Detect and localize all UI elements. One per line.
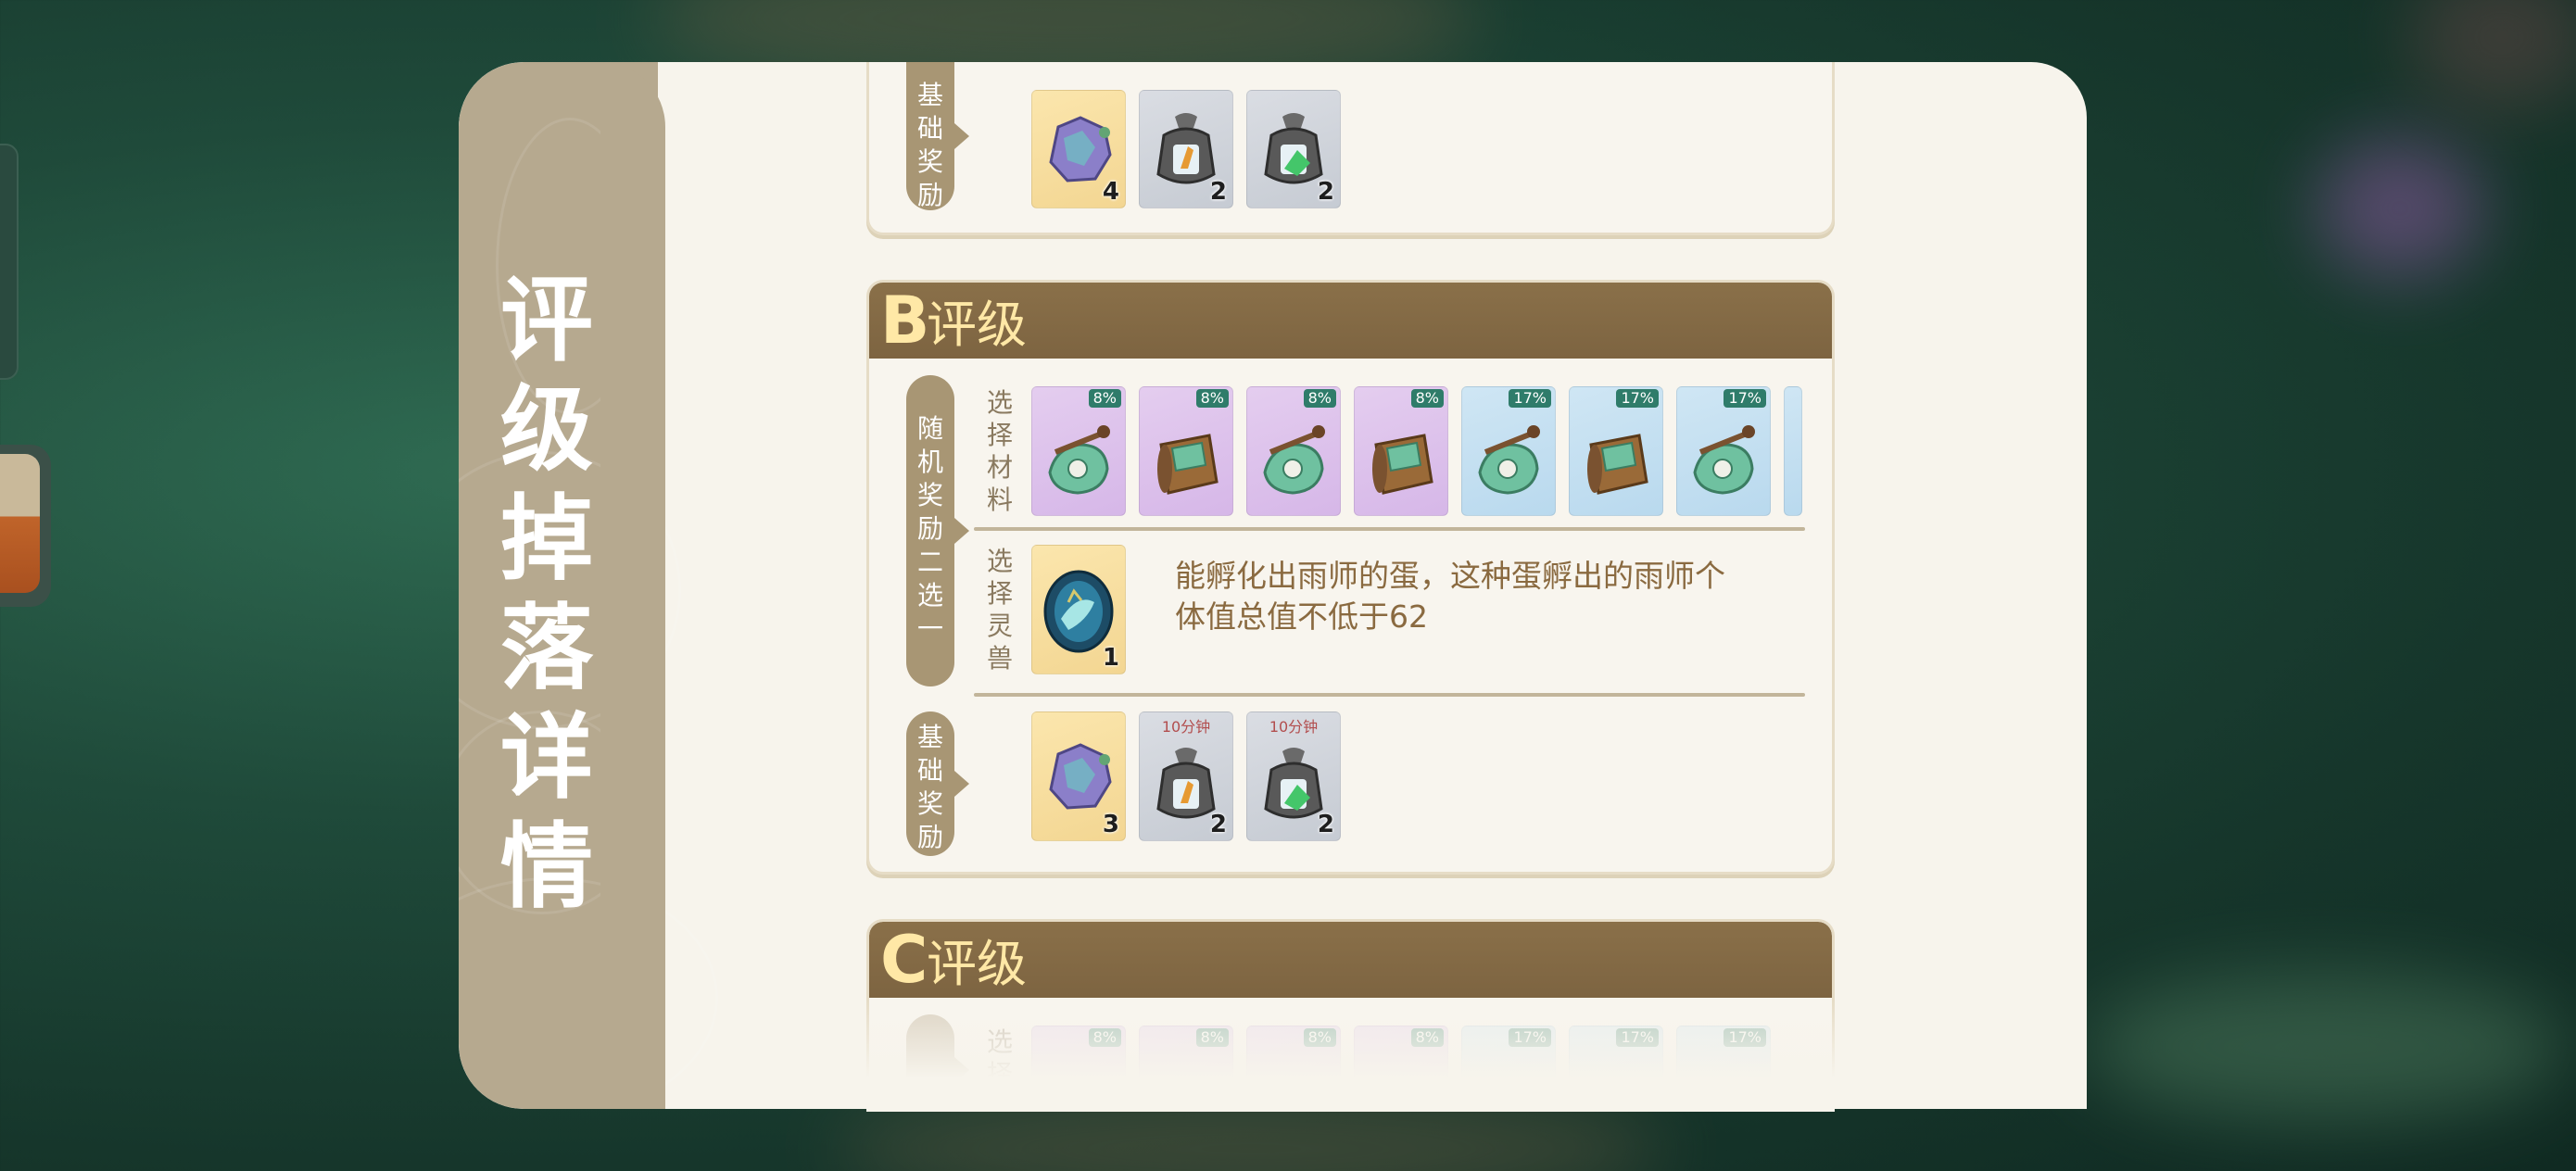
random-reward-label: 随 机 奖 励 二 选 一 <box>906 375 969 686</box>
background-blob <box>2409 0 2576 111</box>
grade-b-header: B 评级 <box>869 283 1832 359</box>
material-option-item[interactable]: 8% <box>1139 386 1233 516</box>
drop-rate-badge: 17% <box>1724 389 1766 408</box>
material-option-item[interactable]: 8% <box>1031 386 1126 516</box>
base-reward-label: 基 础 奖 励 <box>906 62 969 210</box>
timer-label: 10分钟 <box>1269 718 1319 736</box>
timer-label: 10分钟 <box>1161 718 1211 736</box>
drop-rate-badge: 17% <box>1616 389 1659 408</box>
drop-rate-badge: 8% <box>1410 389 1444 408</box>
material-option-item[interactable]: 17% <box>1569 386 1663 516</box>
wooden-bracer-icon <box>1587 434 1648 495</box>
panel-title: 评 级 掉 落 详 情 <box>500 266 593 921</box>
purple-spirit-fragment-icon <box>1049 743 1112 810</box>
green-jade-pendant-icon <box>1693 425 1755 495</box>
drop-rate-badge: 17% <box>1509 389 1551 408</box>
reward-item[interactable]: 10分钟 2 <box>1139 711 1233 841</box>
rain-master-egg-icon <box>1043 570 1114 653</box>
green-jade-pendant-icon <box>1263 425 1325 495</box>
material-option-item[interactable]: 17% <box>1676 386 1771 516</box>
select-material-label: 选 择 材 料 <box>986 387 1013 515</box>
reward-item[interactable]: 2 <box>1246 90 1341 208</box>
divider <box>974 527 1805 531</box>
character-avatar-button[interactable] <box>0 445 51 607</box>
drop-rate-badge: 8% <box>1088 389 1121 408</box>
wooden-bracer-icon <box>1157 434 1219 495</box>
drop-rate-badge: 8% <box>1195 389 1229 408</box>
drop-rate-badge: 8% <box>1303 389 1336 408</box>
green-jade-pendant-icon <box>1478 425 1540 495</box>
background-blob <box>2317 139 2483 278</box>
previous-grade-card: 基 础 奖 励 4 2 2 <box>866 62 1835 235</box>
base-reward-label: 基 础 奖 励 <box>906 711 969 856</box>
beast-description: 能孵化出雨师的蛋，这种蛋孵出的雨师个 体值总值不低于62 <box>1175 558 1725 635</box>
reward-item[interactable]: 3 <box>1031 711 1126 841</box>
purple-spirit-fragment-icon <box>1049 116 1112 183</box>
select-beast-label: 选 择 灵 兽 <box>986 546 1013 674</box>
wooden-bracer-icon <box>1372 434 1433 495</box>
scroll-fade <box>866 1001 1835 1112</box>
material-option-item[interactable]: 8% <box>1246 386 1341 516</box>
material-option-item[interactable]: 8% <box>1354 386 1448 516</box>
grade-c-header: C 评级 <box>869 922 1832 998</box>
reward-item[interactable]: 10分钟 2 <box>1246 711 1341 841</box>
side-menu-tab[interactable] <box>0 144 19 380</box>
grade-b-card: B 评级 随 机 奖 励 二 选 一 选 择 材 料 8% 8% 8% 8% 17% 17… <box>866 280 1835 875</box>
beast-egg-item[interactable]: 1 <box>1031 545 1126 674</box>
material-option-item-partial[interactable] <box>1784 386 1802 516</box>
reward-item[interactable]: 4 <box>1031 90 1126 208</box>
reward-item[interactable]: 2 <box>1139 90 1233 208</box>
material-option-item[interactable]: 17% <box>1461 386 1556 516</box>
green-jade-pendant-icon <box>1048 425 1110 495</box>
divider <box>974 693 1805 697</box>
background-blob <box>2085 973 2567 1121</box>
